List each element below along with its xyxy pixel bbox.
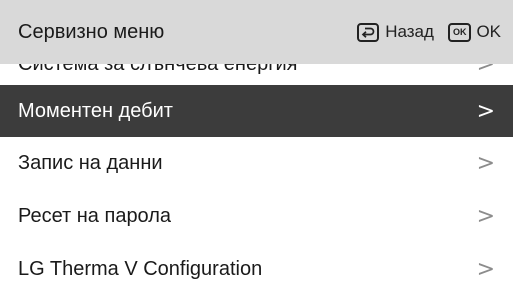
chevron-right-icon: > <box>476 151 495 176</box>
service-menu-screen: Система за слънчева енергия > Моментен д… <box>0 0 513 294</box>
ok-key-icon: OK <box>447 22 472 42</box>
menu-item-password-reset[interactable]: Ресет на парола > <box>0 190 513 244</box>
chevron-right-icon: > <box>476 257 495 282</box>
menu-item-instant-flow[interactable]: Моментен дебит > <box>0 85 513 139</box>
menu-item-therma-v-config[interactable]: LG Therma V Configuration > <box>0 243 513 294</box>
menu-item-label: Ресет на парола <box>18 205 172 227</box>
menu-item-label: Запис на данни <box>18 152 163 174</box>
chevron-right-icon: > <box>476 99 495 124</box>
chevron-right-icon: > <box>476 204 495 229</box>
ok-button[interactable]: OK OK <box>447 22 501 42</box>
menu-item-label: Моментен дебит <box>18 100 173 122</box>
ok-label: OK <box>476 22 501 41</box>
return-arrow-icon <box>357 22 380 42</box>
page-title: Сервизно меню <box>18 20 165 43</box>
menu-item-data-logging[interactable]: Запис на данни > <box>0 137 513 191</box>
back-button[interactable]: Назад <box>357 22 434 42</box>
menu-item-label: LG Therma V Configuration <box>18 258 263 280</box>
back-label: Назад <box>385 22 434 41</box>
header-bar: Сервизно меню Назад OK OK <box>0 0 513 64</box>
